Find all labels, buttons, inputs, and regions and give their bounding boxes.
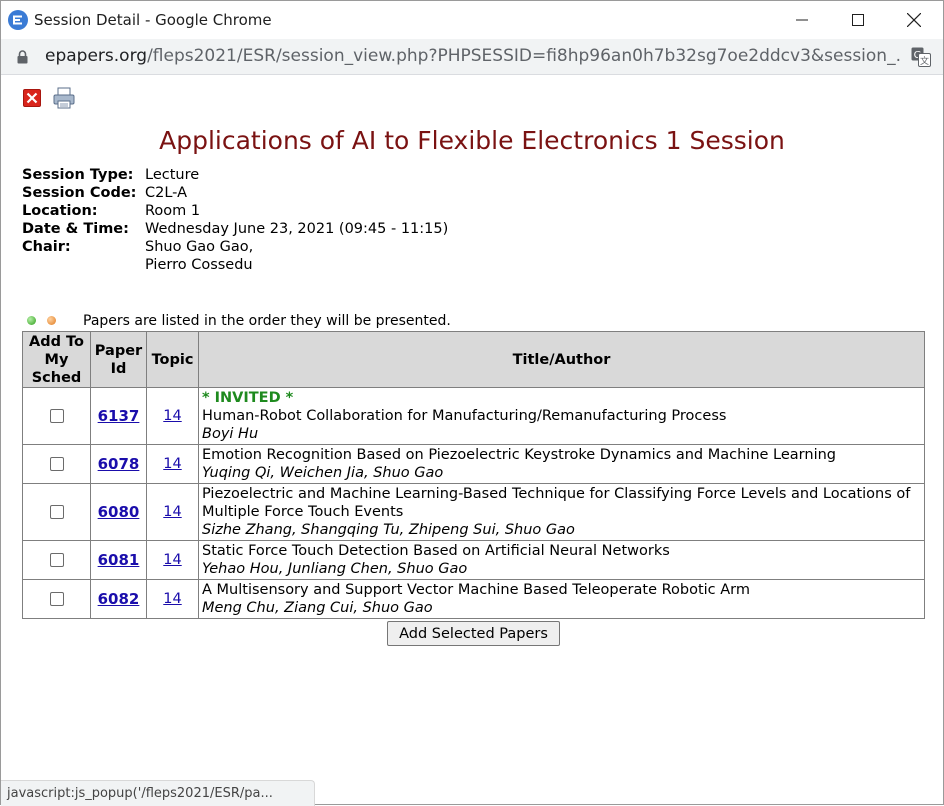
field-label: Location: <box>22 203 98 219</box>
close-window-button[interactable] <box>891 5 937 35</box>
field-value: Pierro Cossedu <box>145 257 253 273</box>
paper-authors: Sizhe Zhang, Shangqing Tu, Zhipeng Sui, … <box>202 522 575 538</box>
paper-title: Human-Robot Collaboration for Manufactur… <box>202 408 727 424</box>
expand-icon[interactable] <box>27 316 36 325</box>
table-row: 6137 14 * INVITED * Human-Robot Collabor… <box>22 387 925 445</box>
papers-table: Add To My Sched Paper Id Topic Title/Author… <box>22 331 925 619</box>
lock-icon <box>17 50 28 64</box>
paper-id-link[interactable]: 6081 <box>98 551 140 569</box>
col-paper-id: Paper Id <box>90 331 147 388</box>
paper-id-link[interactable]: 6080 <box>98 503 140 521</box>
table-row: 6082 14 A Multisensory and Support Vecto… <box>22 579 925 619</box>
table-row: 6080 14 Piezoelectric and Machine Learni… <box>22 483 925 541</box>
table-header-row: Add To My Sched Paper Id Topic Title/Author <box>22 331 925 388</box>
collapse-icon[interactable] <box>47 316 56 325</box>
field-label: Chair: <box>22 239 71 255</box>
topic-link[interactable]: 14 <box>163 552 181 568</box>
add-to-sched-checkbox[interactable] <box>49 457 64 471</box>
app-logo-icon <box>8 10 28 30</box>
window-title: Session Detail - Google Chrome <box>34 11 272 29</box>
session-info: Session Type: Lecture Session Code: C2L-A … <box>22 166 448 274</box>
field-value: Lecture <box>145 167 200 183</box>
page-content: Applications of AI to Flexible Electroni… <box>1 76 943 804</box>
topic-link[interactable]: 14 <box>163 456 181 472</box>
location-row: Location: Room 1 <box>22 202 448 220</box>
col-title-author: Title/Author <box>198 331 925 388</box>
paper-authors: Yehao Hou, Junliang Chen, Shuo Gao <box>202 561 468 577</box>
close-window-icon <box>907 13 921 27</box>
paper-authors: Meng Chu, Ziang Cui, Shuo Gao <box>202 600 433 616</box>
session-code-row: Session Code: C2L-A <box>22 184 448 202</box>
field-value: Room 1 <box>145 203 201 219</box>
field-label <box>22 256 145 274</box>
field-value: Wednesday June 23, 2021 (09:45 - 11:15) <box>145 221 449 237</box>
translate-icon[interactable]: G 文 <box>911 47 931 67</box>
date-time-row: Date & Time: Wednesday June 23, 2021 (09:… <box>22 220 448 238</box>
close-page-button[interactable] <box>23 89 41 107</box>
col-topic: Topic <box>146 331 199 388</box>
paper-id-link[interactable]: 6137 <box>98 407 140 425</box>
chair-row: Chair: Shuo Gao Gao, <box>22 238 448 256</box>
browser-window: Session Detail - Google Chrome epapers.o… <box>0 0 944 806</box>
close-icon <box>26 92 38 104</box>
print-icon[interactable] <box>53 87 75 109</box>
status-bar: javascript:js_popup('/fleps2021/ESR/pa..… <box>1 780 315 806</box>
url-host: epapers.org <box>45 46 148 66</box>
invited-tag: * INVITED * <box>202 390 294 406</box>
topic-link[interactable]: 14 <box>163 591 181 607</box>
papers-order-note: Papers are listed in the order they will… <box>83 313 451 329</box>
table-row: 6081 14 Static Force Touch Detection Bas… <box>22 540 925 580</box>
page-title: Applications of AI to Flexible Electroni… <box>159 126 785 155</box>
url-text[interactable]: epapers.org/fleps2021/ESR/session_view.p… <box>45 46 901 66</box>
title-bar: Session Detail - Google Chrome <box>1 1 943 39</box>
field-label: Date & Time: <box>22 221 129 237</box>
minimize-icon <box>796 19 808 21</box>
field-label: Session Type: <box>22 167 134 183</box>
col-add-to-sched: Add To My Sched <box>22 331 91 388</box>
field-value: C2L-A <box>145 185 188 201</box>
paper-id-link[interactable]: 6078 <box>98 455 140 473</box>
maximize-button[interactable] <box>835 5 881 35</box>
topic-link[interactable]: 14 <box>163 408 181 424</box>
session-type-row: Session Type: Lecture <box>22 166 448 184</box>
address-bar[interactable]: epapers.org/fleps2021/ESR/session_view.p… <box>1 39 943 75</box>
paper-id-link[interactable]: 6082 <box>98 590 140 608</box>
add-to-sched-checkbox[interactable] <box>49 505 64 519</box>
url-path: /fleps2021/ESR/session_view.php?PHPSESSI… <box>147 46 901 66</box>
add-to-sched-checkbox[interactable] <box>49 553 64 567</box>
add-to-sched-checkbox[interactable] <box>49 592 64 606</box>
table-row: 6078 14 Emotion Recognition Based on Pie… <box>22 444 925 484</box>
field-value: Shuo Gao Gao, <box>145 239 254 255</box>
minimize-button[interactable] <box>779 5 825 35</box>
add-to-sched-checkbox[interactable] <box>49 409 64 423</box>
paper-title: Emotion Recognition Based on Piezoelectr… <box>202 447 836 463</box>
topic-link[interactable]: 14 <box>163 504 181 520</box>
paper-authors: Yuqing Qi, Weichen Jia, Shuo Gao <box>202 465 444 481</box>
maximize-icon <box>852 14 864 26</box>
add-selected-papers-button[interactable]: Add Selected Papers <box>387 621 560 646</box>
svg-text:文: 文 <box>920 55 929 67</box>
field-label: Session Code: <box>22 185 137 201</box>
paper-title: Piezoelectric and Machine Learning-Based… <box>202 486 911 520</box>
chair-row-2: Pierro Cossedu <box>22 256 448 274</box>
paper-title: A Multisensory and Support Vector Machin… <box>202 582 751 598</box>
paper-authors: Boyi Hu <box>202 426 259 442</box>
paper-title: Static Force Touch Detection Based on Ar… <box>202 543 670 559</box>
